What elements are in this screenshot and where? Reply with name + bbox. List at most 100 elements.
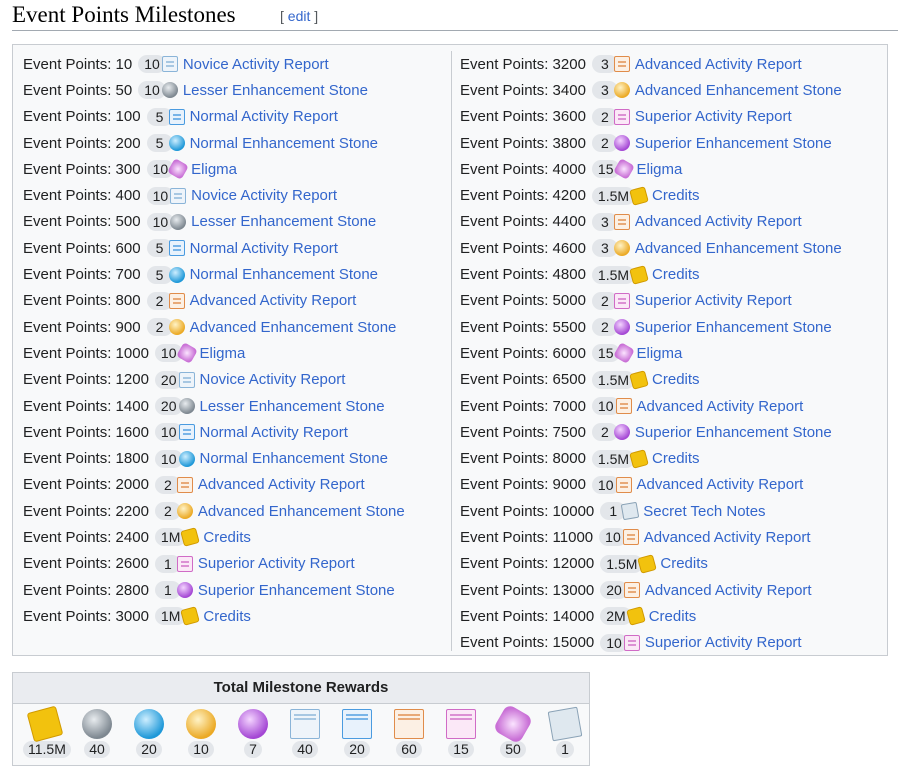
lesser-stone-icon[interactable] bbox=[82, 709, 112, 739]
reward-item-link[interactable]: Credits bbox=[652, 450, 700, 467]
advanced-report-icon[interactable] bbox=[615, 398, 632, 414]
reward-item-link[interactable]: Superior Enhancement Stone bbox=[635, 135, 832, 152]
credits-icon[interactable] bbox=[180, 527, 201, 548]
advanced-stone-icon[interactable] bbox=[186, 709, 216, 739]
reward-item-link[interactable]: Normal Activity Report bbox=[200, 424, 348, 441]
lesser-stone-icon[interactable] bbox=[161, 82, 178, 99]
superior-report-icon[interactable] bbox=[176, 555, 193, 572]
reward-item-link[interactable]: Advanced Activity Report bbox=[645, 582, 812, 599]
reward-item-link[interactable]: Credits bbox=[652, 187, 700, 204]
normal-report-icon[interactable] bbox=[342, 709, 372, 739]
superior-stone-icon[interactable] bbox=[613, 135, 630, 152]
advanced-report-icon[interactable] bbox=[394, 709, 424, 739]
reward-item-link[interactable]: Superior Activity Report bbox=[635, 108, 792, 125]
reward-item-link[interactable]: Superior Enhancement Stone bbox=[635, 319, 832, 336]
credits-icon[interactable] bbox=[625, 606, 646, 627]
advanced-report-icon[interactable] bbox=[613, 213, 630, 230]
superior-report-icon[interactable] bbox=[623, 634, 640, 651]
normal-report-icon[interactable] bbox=[178, 424, 195, 441]
superior-report-icon[interactable] bbox=[613, 108, 630, 125]
lesser-stone-icon[interactable] bbox=[170, 213, 187, 230]
advanced-report-icon[interactable] bbox=[176, 476, 193, 493]
secret-notes-icon[interactable] bbox=[547, 706, 583, 742]
superior-stone-icon[interactable] bbox=[613, 424, 630, 441]
credits-icon[interactable] bbox=[629, 369, 649, 390]
reward-item-link[interactable]: Advanced Activity Report bbox=[635, 213, 802, 230]
reward-item-link[interactable]: Credits bbox=[660, 555, 708, 572]
normal-stone-icon[interactable] bbox=[178, 450, 195, 467]
reward-item-link[interactable]: Novice Activity Report bbox=[200, 371, 346, 388]
reward-item-link[interactable]: Normal Activity Report bbox=[190, 108, 338, 125]
reward-item-link[interactable]: Credits bbox=[652, 266, 700, 283]
credits-icon[interactable] bbox=[629, 264, 649, 285]
reward-item-link[interactable]: Eligma bbox=[637, 161, 683, 178]
reward-item-link[interactable]: Credits bbox=[652, 371, 700, 388]
credits-icon[interactable] bbox=[180, 606, 201, 627]
reward-item-link[interactable]: Advanced Activity Report bbox=[635, 56, 802, 73]
advanced-stone-icon[interactable] bbox=[176, 503, 193, 520]
reward-item-link[interactable]: Superior Enhancement Stone bbox=[635, 424, 832, 441]
advanced-report-icon[interactable] bbox=[623, 582, 640, 599]
reward-item-link[interactable]: Advanced Enhancement Stone bbox=[635, 82, 842, 99]
credits-icon[interactable] bbox=[629, 185, 649, 206]
novice-report-icon[interactable] bbox=[161, 56, 178, 73]
milestone-row: Event Points: 2200 2 Advanced Enhancement … bbox=[23, 498, 443, 524]
reward-item-link[interactable]: Advanced Activity Report bbox=[644, 529, 811, 546]
reward-item-link[interactable]: Normal Activity Report bbox=[190, 240, 338, 257]
reward-item-link[interactable]: Lesser Enhancement Stone bbox=[200, 398, 385, 415]
reward-item-link[interactable]: Credits bbox=[203, 608, 251, 625]
advanced-report-icon[interactable] bbox=[168, 292, 185, 309]
reward-item-link[interactable]: Advanced Activity Report bbox=[637, 398, 804, 415]
reward-item-link[interactable]: Superior Activity Report bbox=[198, 555, 355, 572]
normal-stone-icon[interactable] bbox=[134, 709, 164, 739]
reward-item-link[interactable]: Novice Activity Report bbox=[191, 187, 337, 204]
advanced-stone-icon[interactable] bbox=[168, 319, 185, 336]
reward-item-link[interactable]: Normal Enhancement Stone bbox=[190, 266, 378, 283]
normal-stone-icon[interactable] bbox=[168, 135, 185, 152]
reward-item-link[interactable]: Superior Enhancement Stone bbox=[198, 582, 395, 599]
secret-notes-icon[interactable] bbox=[620, 501, 640, 521]
normal-report-icon[interactable] bbox=[168, 240, 185, 257]
novice-report-icon[interactable] bbox=[170, 187, 187, 204]
total-reward-item: 50 bbox=[491, 703, 535, 759]
novice-report-icon[interactable] bbox=[178, 371, 195, 388]
reward-item-link[interactable]: Advanced Enhancement Stone bbox=[198, 503, 405, 520]
reward-item-link[interactable]: Eligma bbox=[191, 161, 237, 178]
reward-item-link[interactable]: Normal Enhancement Stone bbox=[200, 450, 388, 467]
reward-item-link[interactable]: Credits bbox=[649, 608, 697, 625]
reward-item-link[interactable]: Advanced Activity Report bbox=[637, 476, 804, 493]
advanced-stone-icon[interactable] bbox=[613, 240, 630, 257]
reward-item-link[interactable]: Eligma bbox=[637, 345, 683, 362]
advanced-report-icon[interactable] bbox=[613, 56, 630, 73]
advanced-report-icon[interactable] bbox=[615, 476, 632, 493]
reward-item-link[interactable]: Secret Tech Notes bbox=[643, 503, 765, 520]
advanced-stone-icon[interactable] bbox=[613, 82, 630, 99]
normal-stone-icon[interactable] bbox=[168, 266, 185, 283]
reward-item-link[interactable]: Advanced Enhancement Stone bbox=[635, 240, 842, 257]
advanced-report-icon[interactable] bbox=[622, 529, 639, 546]
superior-stone-icon[interactable] bbox=[613, 319, 630, 336]
credits-icon[interactable] bbox=[637, 553, 658, 574]
reward-item-link[interactable]: Advanced Activity Report bbox=[190, 292, 357, 309]
reward-item-link[interactable]: Eligma bbox=[200, 345, 246, 362]
eligma-icon[interactable] bbox=[492, 703, 534, 745]
superior-stone-icon[interactable] bbox=[176, 582, 193, 599]
credits-icon[interactable] bbox=[629, 448, 649, 469]
lesser-stone-icon[interactable] bbox=[178, 398, 195, 414]
reward-item-link[interactable]: Credits bbox=[203, 529, 251, 546]
reward-item-link[interactable]: Normal Enhancement Stone bbox=[190, 135, 378, 152]
normal-report-icon[interactable] bbox=[168, 108, 185, 125]
credits-icon[interactable] bbox=[26, 705, 64, 743]
superior-report-icon[interactable] bbox=[446, 709, 476, 739]
reward-item-link[interactable]: Advanced Activity Report bbox=[198, 476, 365, 493]
reward-item-link[interactable]: Superior Activity Report bbox=[635, 292, 792, 309]
reward-item-link[interactable]: Advanced Enhancement Stone bbox=[190, 319, 397, 336]
reward-item-link[interactable]: Lesser Enhancement Stone bbox=[183, 82, 368, 99]
superior-report-icon[interactable] bbox=[613, 292, 630, 309]
reward-item-link[interactable]: Superior Activity Report bbox=[645, 634, 802, 651]
reward-item-link[interactable]: Lesser Enhancement Stone bbox=[191, 213, 376, 230]
novice-report-icon[interactable] bbox=[290, 709, 320, 739]
reward-item-link[interactable]: Novice Activity Report bbox=[183, 56, 329, 73]
edit-link[interactable]: edit bbox=[288, 8, 311, 24]
superior-stone-icon[interactable] bbox=[238, 709, 268, 739]
